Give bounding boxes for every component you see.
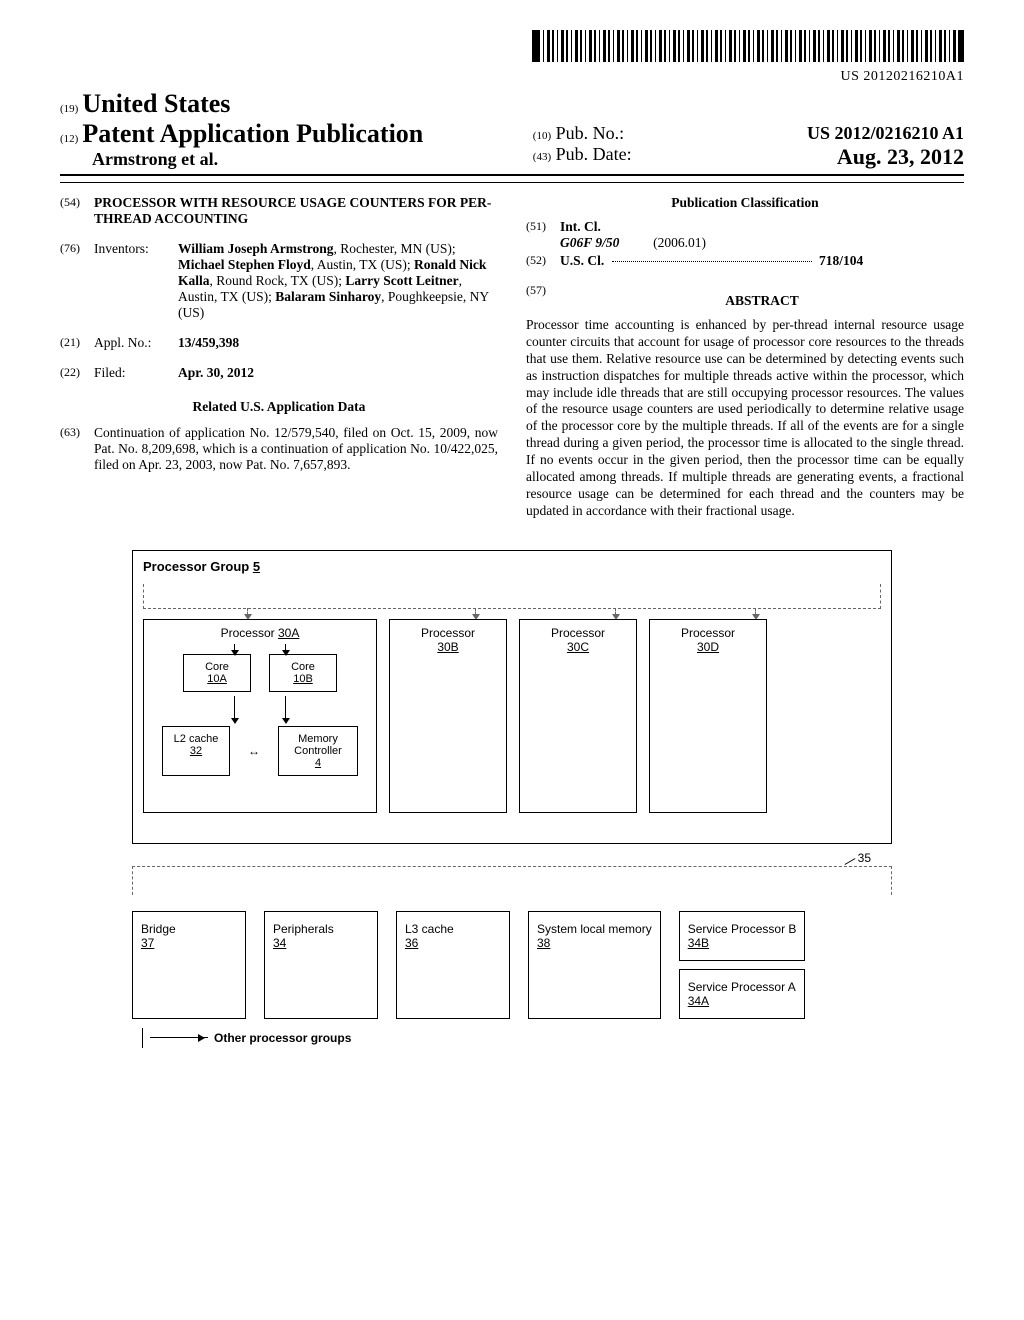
code-12: (12) <box>60 133 78 145</box>
appl-no: 13/459,398 <box>178 335 239 350</box>
code-22: (22) <box>60 365 94 381</box>
proc-a-num: 30A <box>278 626 299 640</box>
proc-a-label: Processor <box>221 626 275 640</box>
l3-cache-box: L3 cache 36 <box>396 911 510 1019</box>
right-column: Publication Classification (51) Int. Cl.… <box>526 195 964 520</box>
code-52: (52) <box>526 253 560 269</box>
service-processor-a-box: Service Processor A 34A <box>679 969 806 1019</box>
group-label: Processor Group <box>143 559 249 574</box>
classification-header: Publication Classification <box>526 195 964 211</box>
dots-icon <box>612 261 812 262</box>
peripherals-box: Peripherals 34 <box>264 911 378 1019</box>
figure-1: Processor Group 5 Processor 30A <box>132 550 892 1045</box>
biblio-columns: (54) PROCESSOR WITH RESOURCE USAGE COUNT… <box>60 195 964 520</box>
filed-label: Filed: <box>94 365 178 381</box>
left-column: (54) PROCESSOR WITH RESOURCE USAGE COUNT… <box>60 195 498 520</box>
filed-date: Apr. 30, 2012 <box>178 365 254 380</box>
core-10a: Core 10A <box>183 654 251 692</box>
processor-row: Processor 30A Core 10A Core <box>143 619 881 813</box>
processor-30a: Processor 30A Core 10A Core <box>143 619 377 813</box>
divider <box>60 182 964 183</box>
uscl-value: 718/104 <box>819 253 863 268</box>
pub-no-label: Pub. No.: <box>556 123 625 143</box>
intcl-label: Int. Cl. <box>560 219 601 234</box>
authors-header: Armstrong et al. <box>92 149 513 170</box>
invention-title: PROCESSOR WITH RESOURCE USAGE COUNTERS F… <box>94 195 498 227</box>
processor-group-box: Processor Group 5 Processor 30A <box>132 550 892 844</box>
code-43: (43) <box>533 151 551 163</box>
related-header: Related U.S. Application Data <box>60 399 498 415</box>
publication-type: Patent Application Publication <box>82 119 423 148</box>
processor-30b: Processor 30B <box>389 619 507 813</box>
arrow-right-icon <box>150 1037 208 1038</box>
abstract-text: Processor time accounting is enhanced by… <box>526 317 964 520</box>
barcode-area: US 20120216210A1 <box>60 30 964 85</box>
bus-35-label: 35 <box>858 851 871 865</box>
pub-date: Aug. 23, 2012 <box>837 144 964 170</box>
code-19: (19) <box>60 103 78 115</box>
service-processor-b-box: Service Processor B 34B <box>679 911 806 961</box>
bridge-box: Bridge 37 <box>132 911 246 1019</box>
group-num: 5 <box>253 559 260 574</box>
l2-cache: L2 cache 32 <box>162 726 230 776</box>
inventors-value: William Joseph Armstrong, Rochester, MN … <box>178 241 498 321</box>
code-54: (54) <box>60 195 94 227</box>
abstract-label: ABSTRACT <box>560 293 964 309</box>
uscl-label: U.S. Cl. <box>560 253 604 268</box>
processor-30d: Processor 30D <box>649 619 767 813</box>
bottom-row: Bridge 37 Peripherals 34 L3 cache 36 Sys… <box>132 911 892 1019</box>
top-bus <box>143 584 881 609</box>
pub-date-label: Pub. Date: <box>556 144 632 164</box>
system-memory-box: System local memory 38 <box>528 911 661 1019</box>
country: United States <box>82 89 230 118</box>
barcode-icon <box>532 30 964 62</box>
code-21: (21) <box>60 335 94 351</box>
intcl-code: G06F 9/50 <box>560 235 619 250</box>
core-10b: Core 10B <box>269 654 337 692</box>
bus-35: 35 <box>132 866 892 895</box>
other-groups-label: Other processor groups <box>214 1031 351 1045</box>
inventors-label: Inventors: <box>94 241 178 321</box>
appl-no-label: Appl. No.: <box>94 335 178 351</box>
code-10: (10) <box>533 130 551 142</box>
code-63: (63) <box>60 425 94 473</box>
processor-30c: Processor 30C <box>519 619 637 813</box>
other-groups-arrow: Other processor groups <box>150 1031 892 1045</box>
pub-no: US 2012/0216210 A1 <box>807 123 964 144</box>
intcl-date: (2006.01) <box>653 235 706 250</box>
memory-controller: Memory Controller 4 <box>278 726 358 776</box>
header: (19) United States (12) Patent Applicati… <box>60 89 964 176</box>
related-text: Continuation of application No. 12/579,5… <box>94 425 498 473</box>
code-51: (51) <box>526 219 560 251</box>
code-57: (57) <box>526 283 560 315</box>
code-76: (76) <box>60 241 94 321</box>
barcode-number: US 20120216210A1 <box>60 69 964 85</box>
